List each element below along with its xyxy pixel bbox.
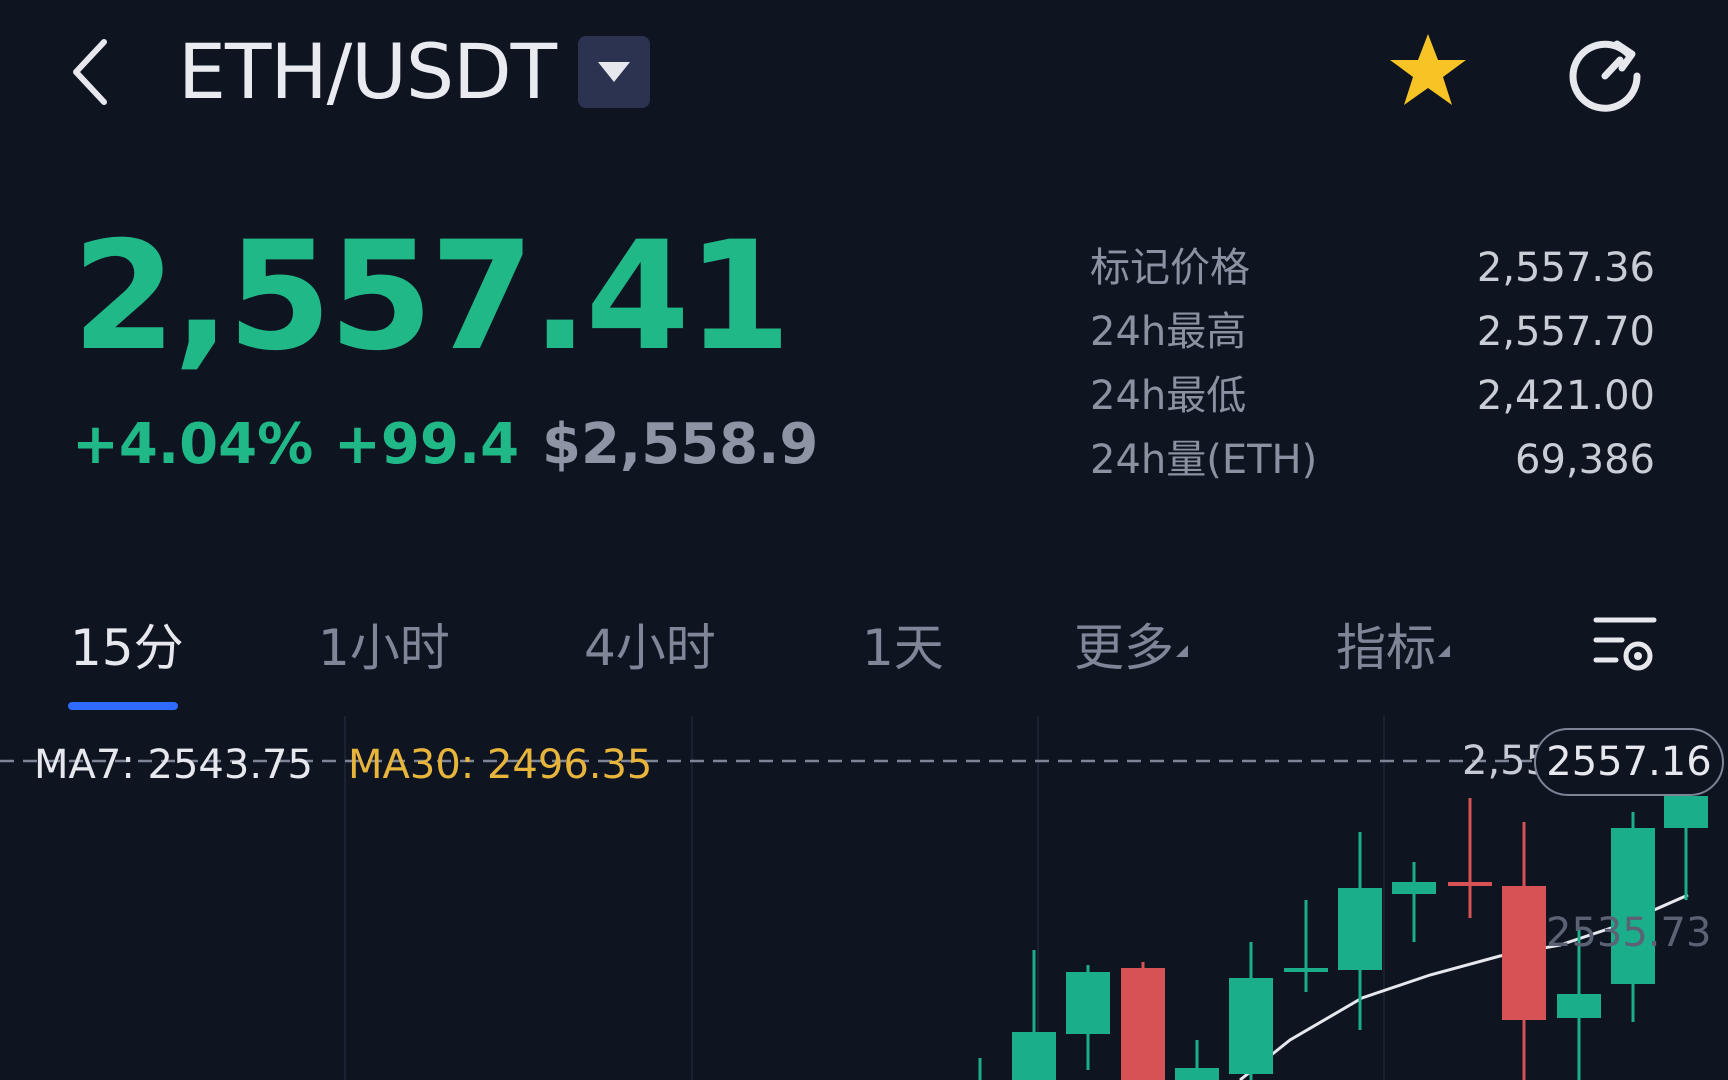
tab-1h[interactable]: 1小时 xyxy=(318,608,450,688)
stat-mark-price: 标记价格 2,557.36 xyxy=(1090,236,1655,300)
candle xyxy=(1229,942,1273,1080)
caret-icon xyxy=(1438,645,1450,657)
candle xyxy=(1664,788,1708,900)
ma7-legend: MA7: 2543.75 xyxy=(34,742,313,788)
stat-value: 2,557.36 xyxy=(1476,245,1655,291)
candle xyxy=(1448,798,1492,918)
change-percent: +4.04% xyxy=(72,412,314,477)
caret-icon xyxy=(1176,645,1188,657)
candle xyxy=(1012,950,1056,1080)
stat-value: 2,421.00 xyxy=(1476,373,1655,419)
ma30-legend: MA30: 2496.35 xyxy=(348,742,653,788)
stat-value: 69,386 xyxy=(1515,437,1655,483)
favorite-button[interactable] xyxy=(1388,30,1468,110)
candle xyxy=(1392,862,1436,942)
stat-label: 24h最低 xyxy=(1090,373,1247,419)
active-tab-indicator xyxy=(68,702,178,710)
star-icon xyxy=(1390,34,1466,105)
tab-label: 4小时 xyxy=(584,619,716,677)
tab-more[interactable]: 更多 xyxy=(1074,608,1188,688)
candle xyxy=(1121,962,1165,1080)
market-stats: 标记价格 2,557.36 24h最高 2,557.70 24h最低 2,421… xyxy=(1090,236,1655,492)
current-price-tag[interactable]: 2557.16 xyxy=(1534,728,1724,796)
tab-indicators[interactable]: 指标 xyxy=(1336,608,1450,688)
candle xyxy=(1175,1040,1219,1080)
stat-24h-volume: 24h量(ETH) 69,386 xyxy=(1090,428,1655,492)
stat-label: 标记价格 xyxy=(1090,245,1250,291)
candle xyxy=(1338,832,1382,1030)
tab-4h[interactable]: 4小时 xyxy=(584,608,716,688)
refresh-button[interactable] xyxy=(1562,30,1648,116)
stat-label: 24h最高 xyxy=(1090,309,1247,355)
top-bar: ETH/USDT xyxy=(0,0,1728,150)
stat-label: 24h量(ETH) xyxy=(1090,437,1318,483)
candle xyxy=(1284,900,1328,992)
stat-24h-high: 24h最高 2,557.70 xyxy=(1090,300,1655,364)
tab-label: 更多 xyxy=(1074,619,1174,677)
interval-tabs: 15分 1小时 4小时 1天 更多 指标 xyxy=(0,596,1728,716)
caret-down-icon xyxy=(598,62,630,82)
price-axis-label: 2,557 xyxy=(1462,738,1542,784)
chart-settings-button[interactable] xyxy=(1592,612,1658,678)
stat-value: 2,557.70 xyxy=(1476,309,1655,355)
candle xyxy=(1502,822,1546,1080)
back-button[interactable] xyxy=(62,34,118,110)
candle xyxy=(1066,965,1110,1070)
tab-1d[interactable]: 1天 xyxy=(862,608,944,688)
tab-label: 15分 xyxy=(70,619,184,677)
chevron-left-icon xyxy=(73,39,107,105)
stat-24h-low: 24h最低 2,421.00 xyxy=(1090,364,1655,428)
tab-label: 1小时 xyxy=(318,619,450,677)
tab-label: 1天 xyxy=(862,619,944,677)
pair-dropdown-button[interactable] xyxy=(578,36,650,108)
settings-list-icon xyxy=(1593,617,1657,671)
last-price: 2,557.41 xyxy=(72,210,791,384)
trading-pair-title[interactable]: ETH/USDT xyxy=(178,24,557,120)
change-amount: +99.4 xyxy=(334,412,520,477)
ma-end-label: 2535.73 xyxy=(1546,910,1712,956)
refresh-icon xyxy=(1569,40,1641,112)
usd-price: $2,558.9 xyxy=(542,412,819,477)
tab-label: 指标 xyxy=(1336,619,1436,677)
tab-15m[interactable]: 15分 xyxy=(70,608,184,688)
